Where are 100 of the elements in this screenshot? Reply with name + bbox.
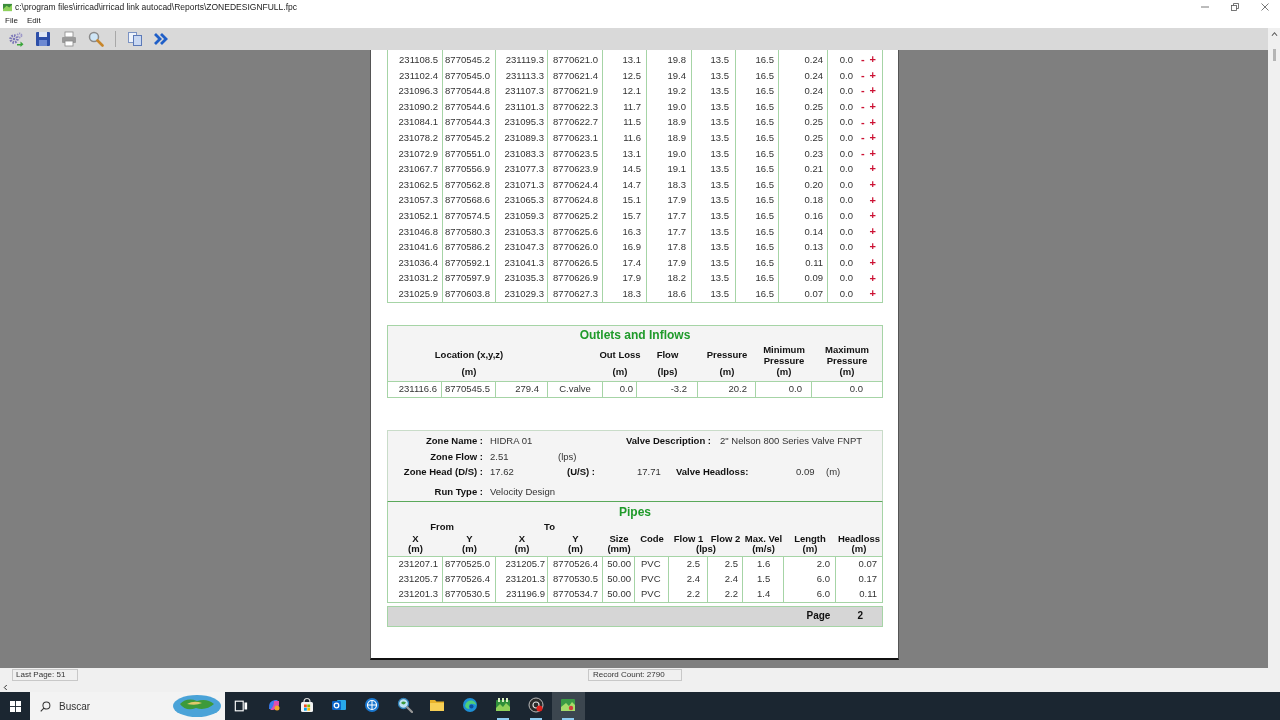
- unit-label: (m): [776, 366, 792, 377]
- table-cell: 0.0: [839, 288, 853, 299]
- table-cell: 8770603.8: [443, 285, 496, 302]
- globe-icon[interactable]: [364, 697, 381, 713]
- search-input[interactable]: Buscar: [59, 696, 159, 716]
- chevron-up-icon[interactable]: [1270, 31, 1278, 37]
- search-icon[interactable]: [88, 31, 104, 47]
- table-cell: 0.0: [839, 242, 853, 252]
- unit-label: (m): [568, 543, 583, 554]
- unit-label: (lps): [558, 451, 577, 462]
- sign-marker: +: [869, 179, 876, 191]
- magnifier-icon[interactable]: [396, 697, 413, 713]
- unit-label: (m): [851, 543, 867, 554]
- printer-icon[interactable]: [61, 31, 77, 47]
- table-cell: 231089.3: [496, 129, 548, 146]
- landscape-icon[interactable]: [494, 697, 511, 713]
- table-cell: 8770551.0: [443, 145, 496, 162]
- unit-label: (m): [612, 366, 628, 377]
- unit-label: (m/s): [752, 543, 775, 554]
- task-view-icon[interactable]: [234, 699, 249, 713]
- table-cell: 8770530.5: [548, 571, 603, 587]
- table-cell: 8770530.5: [443, 586, 496, 602]
- table-cell: 0.0: [839, 117, 853, 127]
- field-label: Zone Head (D/S) :: [403, 467, 483, 477]
- field-value: HIDRA 01: [490, 436, 533, 446]
- search-icon: [40, 700, 51, 712]
- table-cell: 8770534.7: [548, 586, 603, 602]
- table-cell: 16.5: [736, 207, 779, 224]
- menu-item[interactable]: File: [5, 17, 18, 25]
- table-cell: 8770568.6: [443, 192, 496, 208]
- gears-icon[interactable]: [8, 31, 24, 47]
- table-cell: 0.25: [779, 98, 828, 115]
- app-icon: [3, 2, 12, 12]
- folder-icon[interactable]: [429, 697, 446, 713]
- table-cell: 16.5: [736, 129, 779, 146]
- table-cell: 231047.3: [496, 239, 548, 255]
- pages-icon[interactable]: [127, 31, 143, 47]
- table-cell: 50.00: [603, 571, 635, 587]
- table-cell: 231084.1: [388, 114, 443, 130]
- table-cell: 0.24: [779, 50, 828, 68]
- unit-label: (m): [802, 543, 818, 554]
- column-header: Out Loss: [599, 349, 641, 360]
- table-cell: 13.5: [692, 67, 736, 84]
- table-cell: 12.5: [603, 67, 647, 84]
- restore-icon[interactable]: [1231, 3, 1239, 11]
- taskbar-button[interactable]: [551, 692, 585, 720]
- table-cell: 0.0: [839, 226, 853, 237]
- table-cell: 16.9: [603, 239, 647, 255]
- chevron-left-icon[interactable]: [3, 683, 8, 691]
- column-header: Pressure: [706, 349, 748, 360]
- sign-marker: -: [860, 85, 865, 97]
- table-cell: 8770586.2: [443, 239, 496, 255]
- scrollbar-thumb[interactable]: [1272, 49, 1276, 61]
- table-cell: 0.14: [779, 223, 828, 240]
- table-cell: 16.5: [736, 145, 779, 162]
- status-panel: Record Count: 2790: [588, 669, 682, 681]
- window-title: c:\program files\irricad\irricad link autocad\Reports\ZONEDESIGNFULL.fpc: [15, 2, 297, 12]
- shopping-bag-icon[interactable]: [298, 697, 315, 713]
- table-cell: 2.5: [708, 556, 743, 572]
- table-cell: 8770626.0: [548, 239, 603, 255]
- record-icon[interactable]: [527, 697, 544, 713]
- table-cell: 13.5: [692, 239, 736, 255]
- vertical-scrollbar[interactable]: [1268, 28, 1280, 668]
- field-value: 2" Nelson 800 Series Valve FNPT: [720, 436, 863, 446]
- landscape-icon[interactable]: [560, 697, 577, 713]
- table-cell: 16.5: [736, 254, 779, 271]
- table-cell: 2.2: [708, 586, 743, 602]
- section-title: Pipes: [619, 505, 651, 518]
- table-cell: 13.5: [692, 254, 736, 271]
- table-cell: 8770574.5: [443, 207, 496, 224]
- status-panel: Last Page: 51: [12, 669, 78, 681]
- swirl-icon[interactable]: [462, 697, 479, 713]
- close-icon[interactable]: [1261, 3, 1269, 11]
- windows-start-icon[interactable]: [9, 700, 21, 712]
- table-cell: 13.5: [692, 192, 736, 208]
- table-cell: 279.4: [496, 381, 548, 397]
- search-field[interactable]: Buscar: [30, 692, 225, 720]
- table-cell: 16.5: [736, 239, 779, 255]
- horizontal-scrollbar[interactable]: [0, 682, 1280, 692]
- table-cell: 231036.4: [388, 254, 443, 271]
- table-cell: 231113.3: [496, 67, 548, 84]
- unit-label: (m): [719, 366, 735, 377]
- table-cell: 0.24: [779, 83, 828, 99]
- table-cell: 0.25: [779, 114, 828, 130]
- table-cell: 0.0: [839, 55, 853, 65]
- table-cell-text: 0.17: [857, 572, 878, 587]
- table-cell: 0.18: [779, 192, 828, 208]
- save-icon[interactable]: [35, 31, 51, 47]
- table-cell: 231196.9: [496, 586, 548, 602]
- table-cell: 13.5: [692, 161, 736, 177]
- table-cell: 13.5: [692, 129, 736, 146]
- menu-item[interactable]: Edit: [26, 17, 41, 25]
- page-label: Page: [806, 611, 831, 621]
- mail-icon[interactable]: [331, 697, 348, 713]
- table-cell: 0.0: [839, 70, 853, 81]
- table-cell: 8770597.9: [443, 270, 496, 286]
- table-cell: 0.09: [779, 270, 828, 286]
- island-icon: [172, 694, 222, 718]
- double-chevron-icon[interactable]: [153, 31, 169, 47]
- sign-marker: -: [860, 69, 865, 81]
